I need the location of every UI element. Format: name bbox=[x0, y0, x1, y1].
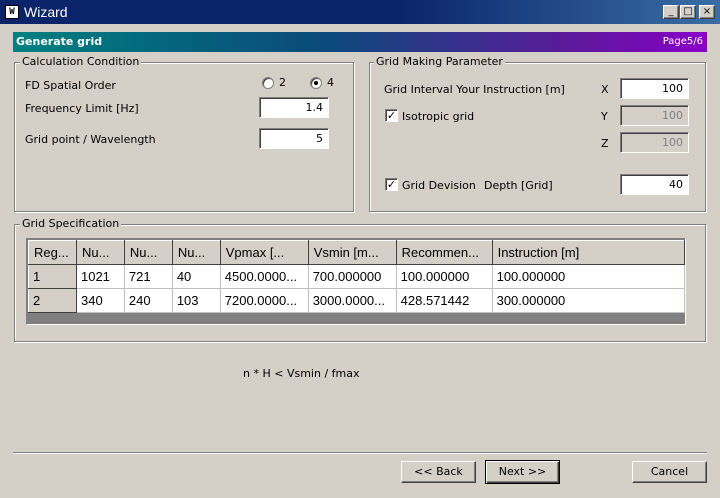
grid-point-input[interactable]: 5 bbox=[259, 128, 329, 149]
column-header-nx[interactable]: Nu... bbox=[75, 240, 125, 265]
grid-interval-label: Grid Interval Your Instruction [m] bbox=[384, 83, 565, 96]
order-4-label[interactable]: 4 bbox=[327, 76, 334, 90]
table-cell[interactable]: 300.000000 bbox=[492, 288, 686, 313]
close-button[interactable]: × bbox=[699, 5, 715, 19]
table-cell[interactable]: 100.000000 bbox=[396, 264, 493, 289]
table-cell[interactable]: 103 bbox=[172, 288, 221, 313]
table-row[interactable]: 2 340 240 103 7200.0000... 3000.0000... … bbox=[28, 288, 686, 313]
grid-point-label: Grid point / Wavelength bbox=[25, 133, 156, 146]
order-4-radio[interactable] bbox=[310, 77, 322, 89]
table-cell[interactable]: 240 bbox=[124, 288, 173, 313]
table-cell: 2 bbox=[28, 288, 77, 313]
fd-spatial-order-label: FD Spatial Order bbox=[25, 79, 116, 92]
table-header-row: Reg... Nu... Nu... Nu... Vpmax [... Vsmi… bbox=[28, 240, 686, 265]
minimize-icon: _ bbox=[668, 6, 674, 17]
isotropic-grid-checkbox[interactable]: ✓ bbox=[385, 109, 398, 122]
table-cell[interactable]: 721 bbox=[124, 264, 173, 289]
frequency-limit-label: Frequency Limit [Hz] bbox=[25, 102, 139, 115]
column-header-ny[interactable]: Nu... bbox=[123, 240, 173, 265]
table-cell[interactable]: 3000.0000... bbox=[308, 288, 397, 313]
table-cell[interactable]: 428.571442 bbox=[396, 288, 493, 313]
table-cell[interactable]: 700.000000 bbox=[308, 264, 397, 289]
maximize-button[interactable]: □ bbox=[680, 5, 696, 19]
grid-specification-legend: Grid Specification bbox=[20, 217, 122, 230]
grid-interval-z-input: 100 bbox=[620, 132, 689, 153]
step-header: Generate grid Page5/6 bbox=[13, 32, 707, 52]
table-cell[interactable]: 7200.0000... bbox=[220, 288, 309, 313]
table-cell[interactable]: 1021 bbox=[76, 264, 125, 289]
app-icon[interactable]: W bbox=[5, 5, 19, 19]
grid-interval-y-input: 100 bbox=[620, 105, 689, 126]
column-header-region[interactable]: Reg... bbox=[28, 240, 77, 265]
page-indicator: Page5/6 bbox=[662, 36, 703, 47]
z-axis-label: Z bbox=[601, 137, 609, 150]
table-cell[interactable]: 100.000000 bbox=[492, 264, 686, 289]
table-cell[interactable]: 4500.0000... bbox=[220, 264, 309, 289]
close-icon: × bbox=[702, 6, 712, 17]
order-2-label[interactable]: 2 bbox=[279, 76, 286, 90]
column-header-vpmax[interactable]: Vpmax [... bbox=[219, 240, 309, 265]
grid-formula-text: n * H < Vsmin / fmax bbox=[243, 367, 360, 380]
step-title: Generate grid bbox=[16, 35, 103, 48]
grid-division-checkbox[interactable]: ✓ bbox=[385, 178, 398, 191]
window-title: Wizard bbox=[24, 4, 68, 20]
x-axis-label: X bbox=[601, 83, 609, 96]
column-header-vsmin[interactable]: Vsmin [m... bbox=[307, 240, 397, 265]
table-cell[interactable]: 40 bbox=[172, 264, 221, 289]
table-cell[interactable]: 340 bbox=[76, 288, 125, 313]
maximize-icon: □ bbox=[683, 6, 693, 17]
grid-making-parameter-legend: Grid Making Parameter bbox=[374, 55, 505, 68]
isotropic-grid-label[interactable]: Isotropic grid bbox=[402, 110, 474, 124]
footer-separator bbox=[13, 452, 707, 454]
grid-specification-table[interactable]: Reg... Nu... Nu... Nu... Vpmax [... Vsmi… bbox=[26, 238, 686, 325]
depth-grid-label: Depth [Grid] bbox=[484, 179, 553, 192]
table-cell: 1 bbox=[28, 264, 77, 289]
y-axis-label: Y bbox=[601, 110, 608, 123]
grid-table: Reg... Nu... Nu... Nu... Vpmax [... Vsmi… bbox=[28, 240, 686, 313]
cancel-button[interactable]: Cancel bbox=[632, 461, 707, 483]
minimize-button[interactable]: _ bbox=[663, 5, 679, 19]
radio-selected-dot bbox=[314, 81, 318, 85]
order-2-radio[interactable] bbox=[262, 77, 274, 89]
title-bar[interactable]: W Wizard _ □ × bbox=[0, 0, 720, 24]
column-header-instruction[interactable]: Instruction [m] bbox=[491, 240, 686, 265]
column-header-recommended[interactable]: Recommen... bbox=[395, 240, 493, 265]
table-row[interactable]: 1 1021 721 40 4500.0000... 700.000000 10… bbox=[28, 264, 686, 289]
grid-division-label[interactable]: Grid Devision bbox=[402, 179, 476, 193]
grid-interval-x-input[interactable]: 100 bbox=[620, 78, 689, 99]
depth-grid-input[interactable]: 40 bbox=[620, 174, 689, 195]
check-icon: ✓ bbox=[386, 178, 397, 191]
check-icon: ✓ bbox=[386, 109, 397, 122]
back-button[interactable]: << Back bbox=[401, 461, 476, 483]
calculation-condition-legend: Calculation Condition bbox=[20, 55, 142, 68]
next-button[interactable]: Next >> bbox=[485, 460, 560, 484]
column-header-nz[interactable]: Nu... bbox=[171, 240, 221, 265]
frequency-limit-input[interactable]: 1.4 bbox=[259, 97, 329, 118]
